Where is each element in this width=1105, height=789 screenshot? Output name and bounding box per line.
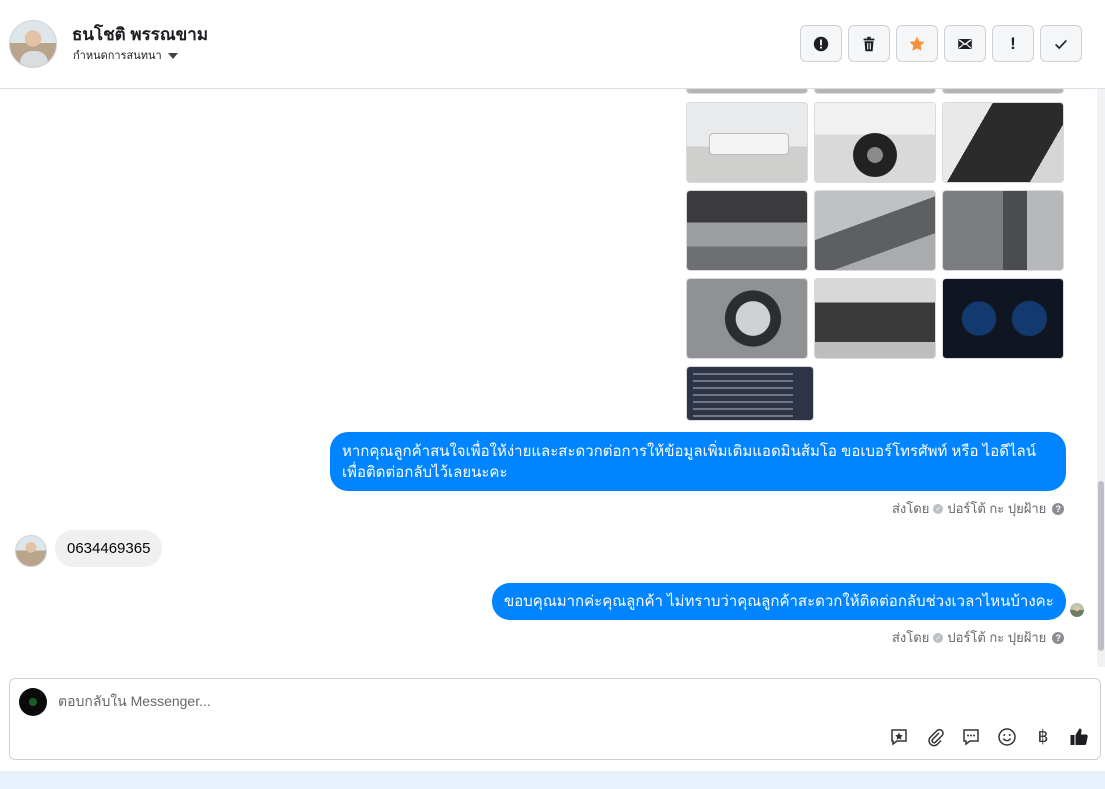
agent-name: ปอร์โต้ กะ ปุยฝ้าย [947,630,1047,645]
paperclip-icon [928,728,944,747]
sent-by-info: ส่งโดย ✓ ปอร์โต้ กะ ปุยฝ้าย ? [892,627,1065,648]
verified-icon: ✓ [933,503,944,514]
contact-name[interactable]: ธนโชติ พรรณขาม [72,21,208,48]
saved-reply-button[interactable] [960,726,982,748]
car-photo[interactable] [942,190,1064,271]
schedule-dropdown[interactable]: กำหนดการสนทนา [73,46,178,64]
sent-by-label: ส่งโดย [892,501,930,516]
spec-sheet-image[interactable] [686,366,814,421]
baht-icon: ฿ [1037,727,1049,746]
schedule-label: กำหนดการสนทนา [73,50,162,62]
sticker-star-icon [891,729,907,746]
car-photo[interactable] [942,102,1064,183]
help-icon[interactable]: ? [1052,502,1065,515]
delete-button[interactable] [848,25,890,62]
car-photo[interactable] [814,102,936,183]
mark-spam-button[interactable] [800,25,842,62]
like-button[interactable] [1068,726,1090,748]
page-footer-band [0,771,1105,789]
reply-input[interactable] [58,690,758,712]
seen-avatar [1070,603,1084,617]
alert-circle-icon [813,36,829,51]
contact-avatar[interactable] [9,20,57,68]
car-photo[interactable] [814,190,936,271]
star-icon [909,36,925,51]
emoji-icon [998,728,1016,746]
car-photo[interactable] [942,89,1064,94]
car-photo[interactable] [686,102,808,183]
mark-unread-button[interactable] [944,25,986,62]
envelope-icon [958,38,972,49]
message-text-line: หากคุณลูกค้าสนใจเพื่อให้ง่ายและสะดวกต่อก… [342,443,1036,460]
page-avatar [19,688,47,716]
help-icon[interactable]: ? [1052,631,1065,644]
outgoing-message[interactable]: หากคุณลูกค้าสนใจเพื่อให้ง่ายและสะดวกต่อก… [330,432,1066,491]
agent-name: ปอร์โต้ กะ ปุยฝ้าย [947,501,1047,516]
contact-avatar-small[interactable] [15,535,47,567]
message-text-line: เพื่อติดต่อกลับไว้เลยนะคะ [342,464,508,481]
car-photo[interactable] [814,278,936,359]
incoming-message[interactable]: 0634469365 [55,530,163,567]
sent-by-info: ส่งโดย ✓ ปอร์โต้ กะ ปุยฝ้าย ? [892,498,1065,519]
thread-scrollbar[interactable] [1097,89,1105,667]
car-photo[interactable] [686,190,808,271]
outgoing-message[interactable]: ขอบคุณมากค่ะคุณลูกค้า ไม่ทราบว่าคุณลูกค้… [492,583,1066,620]
car-photo[interactable] [686,278,808,359]
scroll-thumb[interactable] [1098,481,1104,651]
sticker-star-button[interactable] [888,726,910,748]
sent-by-label: ส่งโดย [892,630,930,645]
car-photo[interactable] [814,89,936,94]
thumbs-up-icon [1070,728,1088,746]
trash-icon [863,36,875,51]
star-button[interactable] [896,25,938,62]
car-photo[interactable] [942,278,1064,359]
car-photo[interactable] [686,89,808,94]
emoji-button[interactable] [996,726,1018,748]
header-actions: ! [800,25,1082,62]
inbox-conversation: ธนโชติ พรรณขาม กำหนดการสนทนา ! หากคุณลูก… [0,0,1105,789]
mark-done-button[interactable] [1040,25,1082,62]
verified-icon: ✓ [933,632,944,643]
follow-up-button[interactable]: ! [992,25,1034,62]
caret-down-icon [167,52,178,59]
check-icon [1055,39,1067,49]
conversation-header: ธนโชติ พรรณขาม กำหนดการสนทนา ! [0,0,1105,89]
payment-button[interactable]: ฿ [1032,726,1054,748]
attach-button[interactable] [924,726,946,748]
saved-reply-icon [963,729,979,746]
reply-composer: ฿ [9,678,1101,760]
message-thread: หากคุณลูกค้าสนใจเพื่อให้ง่ายและสะดวกต่อก… [0,89,1098,667]
composer-toolbar: ฿ [888,726,1090,748]
